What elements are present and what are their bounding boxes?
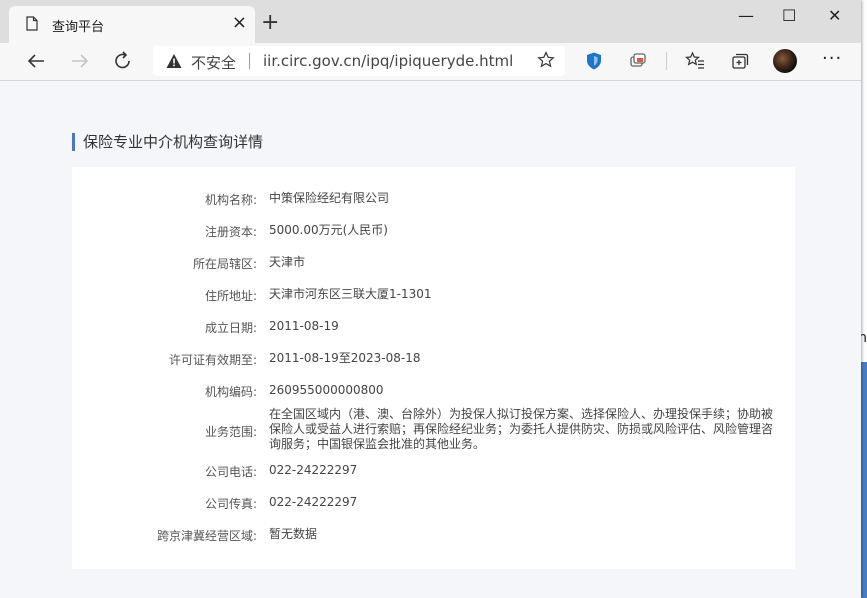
maximize-button[interactable]: ☐: [782, 6, 796, 25]
favorites-icon[interactable]: [685, 51, 705, 71]
collections-icon[interactable]: [628, 51, 648, 71]
field-label: 机构编码:: [204, 385, 257, 399]
address-bar[interactable]: 不安全 iir.circ.gov.cn/ipq/ipiqueryde.html: [153, 46, 565, 76]
back-icon[interactable]: [24, 49, 48, 73]
refresh-icon[interactable]: [111, 49, 135, 73]
warning-icon: [166, 54, 182, 68]
field-label: 所在局辖区:: [192, 257, 257, 271]
minimize-button[interactable]: —: [738, 6, 754, 25]
field-label: 机构名称:: [204, 193, 257, 207]
collections-add-icon[interactable]: [730, 51, 750, 71]
field-value: 中策保险经纪有限公司: [269, 191, 390, 205]
shield-icon[interactable]: [584, 51, 604, 71]
field-value: 暂无数据: [269, 527, 318, 541]
favorite-star-icon[interactable]: [537, 51, 555, 69]
title-bar: 查询平台 × + — ☐ ✕: [0, 0, 861, 43]
field-value: 5000.00万元(人民币): [269, 223, 388, 237]
field-value: 天津市河东区三联大厦1-1301: [269, 287, 432, 301]
field-value: 260955000000800: [269, 383, 384, 397]
browser-tab[interactable]: 查询平台 ×: [9, 6, 255, 43]
profile-avatar[interactable]: [773, 49, 797, 73]
forward-icon[interactable]: [68, 49, 92, 73]
new-tab-button[interactable]: +: [261, 12, 279, 34]
field-label: 许可证有效期至:: [168, 353, 257, 367]
field-value: 在全国区域内（港、澳、台除外）为投保人拟订投保方案、选择保险人、办理投保手续；协…: [269, 407, 774, 451]
address-separator: [249, 53, 250, 69]
close-window-button[interactable]: ✕: [828, 6, 841, 25]
url-text[interactable]: iir.circ.gov.cn/ipq/ipiqueryde.html: [263, 52, 513, 70]
page-content: 保险专业中介机构查询详情 机构名称: 中策保险经纪有限公司 注册资本: 5000…: [0, 81, 861, 598]
field-label: 公司电话:: [204, 465, 257, 479]
field-label: 住所地址:: [204, 289, 257, 303]
browser-toolbar: 不安全 iir.circ.gov.cn/ipq/ipiqueryde.html: [0, 43, 861, 81]
detail-card: 机构名称: 中策保险经纪有限公司 注册资本: 5000.00万元(人民币) 所在…: [72, 167, 795, 569]
tab-title: 查询平台: [52, 20, 105, 35]
insecure-label[interactable]: 不安全: [191, 52, 236, 73]
field-value: 022-24222297: [269, 495, 358, 509]
field-label: 注册资本:: [204, 225, 257, 239]
tab-close-button[interactable]: ×: [232, 13, 247, 33]
toolbar-separator: [666, 52, 667, 70]
field-label: 业务范围:: [204, 425, 257, 439]
field-label: 成立日期:: [204, 321, 257, 335]
browser-window: 查询平台 × + — ☐ ✕ 不安全 iir.circ.gov.cn/ipq/i…: [0, 0, 861, 598]
more-menu-button[interactable]: ···: [822, 48, 842, 69]
field-value: 天津市: [269, 255, 306, 269]
page-icon: [26, 16, 38, 31]
field-value: 022-24222297: [269, 463, 358, 477]
page-title: 保险专业中介机构查询详情: [72, 133, 263, 151]
field-value: 2011-08-19至2023-08-18: [269, 351, 421, 365]
field-label: 公司传真:: [204, 497, 257, 511]
field-label: 跨京津冀经营区域:: [156, 529, 257, 543]
field-value: 2011-08-19: [269, 319, 339, 333]
